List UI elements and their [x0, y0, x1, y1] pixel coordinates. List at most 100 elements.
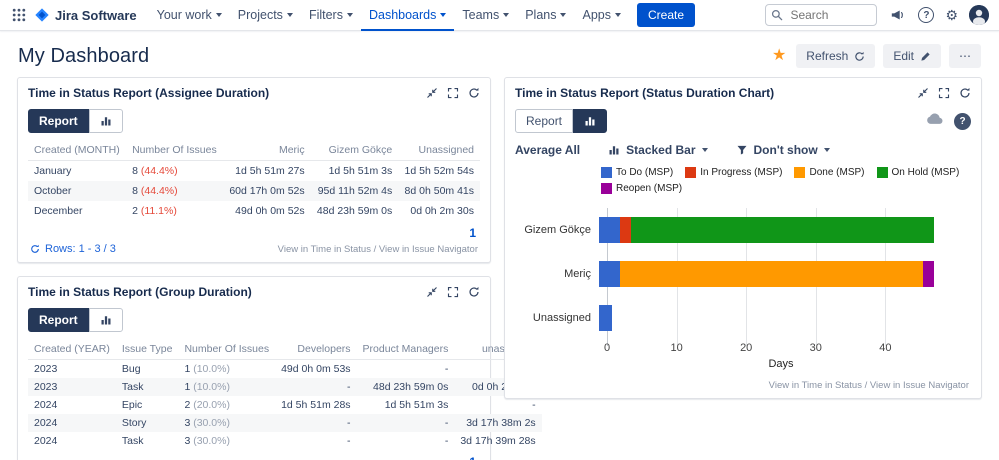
cell-meric: 49d 0h 0m 52s [223, 201, 311, 221]
cell-month: October [28, 181, 126, 201]
nav-item-your-work[interactable]: Your work [149, 0, 230, 31]
average-dropdown[interactable]: Average All [515, 143, 580, 157]
view-in-issue-navigator-link[interactable]: View in Issue Navigator [379, 244, 478, 255]
category-label: Meriç [515, 268, 599, 280]
bar-segment[interactable] [599, 305, 612, 331]
view-in-time-in-status-link[interactable]: View in Time in Status [769, 380, 862, 391]
view-toggle: Report [28, 109, 480, 133]
pagination: 1 [28, 450, 480, 460]
view-in-issue-navigator-link[interactable]: View in Issue Navigator [870, 380, 969, 391]
edit-button-label: Edit [893, 49, 914, 63]
category-label: Unassigned [515, 312, 599, 324]
legend-item[interactable]: To Do (MSP) [601, 167, 673, 178]
bar-segment[interactable] [620, 261, 923, 287]
bar-segment[interactable] [599, 217, 620, 243]
legend-item[interactable]: Done (MSP) [794, 167, 864, 178]
chevron-down-icon [440, 13, 446, 17]
cell-type: Bug [116, 360, 179, 379]
nav-item-filters[interactable]: Filters [301, 0, 361, 31]
table-row: 2024Story3 (30.0%)--3d 17h 38m 2s [28, 414, 542, 432]
column-header: Number Of Issues [178, 339, 275, 360]
edit-button[interactable]: Edit [883, 44, 941, 68]
fullscreen-icon[interactable] [447, 87, 459, 99]
report-toggle-button[interactable]: Report [28, 109, 89, 133]
fullscreen-icon[interactable] [938, 87, 950, 99]
nav-item-plans[interactable]: Plans [517, 0, 574, 31]
chart-rows: Gizem GökçeMeriçUnassigned [515, 208, 971, 340]
issues-cell: 2 (20.0%) [178, 396, 275, 414]
create-button[interactable]: Create [637, 3, 695, 27]
collapse-icon[interactable] [426, 286, 438, 298]
gadget-help-icon[interactable]: ? [954, 113, 971, 130]
cell-gizem: 95d 11h 52m 4s [311, 181, 399, 201]
legend-item[interactable]: On Hold (MSP) [877, 167, 960, 178]
refresh-icon[interactable] [959, 87, 971, 99]
bar-segment[interactable] [631, 217, 934, 243]
stacked-bar [599, 305, 955, 331]
cell-year: 2023 [28, 378, 116, 396]
nav-item-dashboards[interactable]: Dashboards [361, 0, 454, 31]
bar-segment[interactable] [923, 261, 934, 287]
table-row: 2024Epic2 (20.0%)1d 5h 51m 28s1d 5h 51m … [28, 396, 542, 414]
page-number[interactable]: 1 [469, 455, 476, 460]
cell-type: Epic [116, 396, 179, 414]
nav-item-projects[interactable]: Projects [230, 0, 301, 31]
page-number[interactable]: 1 [469, 226, 476, 240]
jira-logo[interactable]: Jira Software [34, 7, 137, 23]
settings-gear-icon[interactable]: ⚙ [945, 8, 958, 22]
refresh-icon[interactable] [468, 87, 480, 99]
gadget-assignee-duration: Time in Status Report (Assignee Duration… [17, 77, 491, 263]
legend-swatch [685, 167, 696, 178]
primary-nav: Your work Projects FiltersDashboardsTeamsP… [149, 0, 629, 31]
cell-meric: 1d 5h 51m 27s [223, 161, 311, 182]
collapse-icon[interactable] [917, 87, 929, 99]
bar-segment[interactable] [620, 217, 631, 243]
favorite-star-icon[interactable]: ★ [770, 48, 788, 64]
table-header-row: Created (YEAR)Issue TypeNumber Of Issues… [28, 339, 542, 360]
cell-unassigned: 3d 17h 38m 2s [454, 414, 541, 432]
more-actions-button[interactable]: ⋯ [949, 44, 981, 68]
table-header-row: Created (MONTH)Number Of IssuesMeriçGize… [28, 140, 480, 161]
chart-toggle-button[interactable] [89, 308, 123, 332]
cell-unassigned: 0d 0h 2m 30s [398, 201, 480, 221]
legend-label: Reopen (MSP) [616, 183, 682, 194]
help-icon[interactable]: ? [918, 7, 934, 23]
chart-toggle-button[interactable] [573, 109, 607, 133]
refresh-icon [854, 51, 865, 62]
dont-show-dropdown[interactable]: Don't show [736, 143, 830, 157]
nav-item-label: Projects [238, 8, 283, 22]
gadget-header-icons [426, 87, 480, 99]
view-in-time-in-status-link[interactable]: View in Time in Status [278, 244, 371, 255]
fullscreen-icon[interactable] [447, 286, 459, 298]
nav-item-apps[interactable]: Apps [574, 0, 629, 31]
x-tick-label: 20 [740, 342, 752, 354]
cell-year: 2024 [28, 414, 116, 432]
chevron-down-icon [503, 13, 509, 17]
legend-item[interactable]: In Progress (MSP) [685, 167, 782, 178]
refresh-button[interactable]: Refresh [796, 44, 875, 68]
cell-month: December [28, 201, 126, 221]
refresh-icon[interactable] [468, 286, 480, 298]
chart-type-dropdown[interactable]: Stacked Bar [608, 143, 707, 157]
bar-area [599, 305, 955, 331]
cell-managers: - [357, 360, 455, 379]
legend-item[interactable]: Reopen (MSP) [601, 183, 682, 194]
chevron-down-icon [615, 13, 621, 17]
chart-row: Unassigned [515, 296, 971, 340]
gadget-title: Time in Status Report (Status Duration C… [515, 86, 774, 100]
announcements-icon[interactable] [888, 6, 907, 24]
report-toggle-button[interactable]: Report [515, 109, 573, 133]
chart-toggle-button[interactable] [89, 109, 123, 133]
report-toggle-button[interactable]: Report [28, 308, 89, 332]
app-switcher-icon[interactable] [10, 6, 28, 24]
nav-item-teams[interactable]: Teams [454, 0, 517, 31]
left-column: Time in Status Report (Assignee Duration… [17, 77, 491, 460]
user-avatar[interactable] [969, 5, 989, 25]
legend-swatch [601, 167, 612, 178]
rows-info[interactable]: Rows: 1 - 3 / 3 [30, 243, 116, 255]
x-tick-label: 40 [879, 342, 891, 354]
export-cloud-icon[interactable] [926, 112, 944, 130]
cell-gizem: 48d 23h 59m 0s [311, 201, 399, 221]
bar-segment[interactable] [599, 261, 620, 287]
collapse-icon[interactable] [426, 87, 438, 99]
